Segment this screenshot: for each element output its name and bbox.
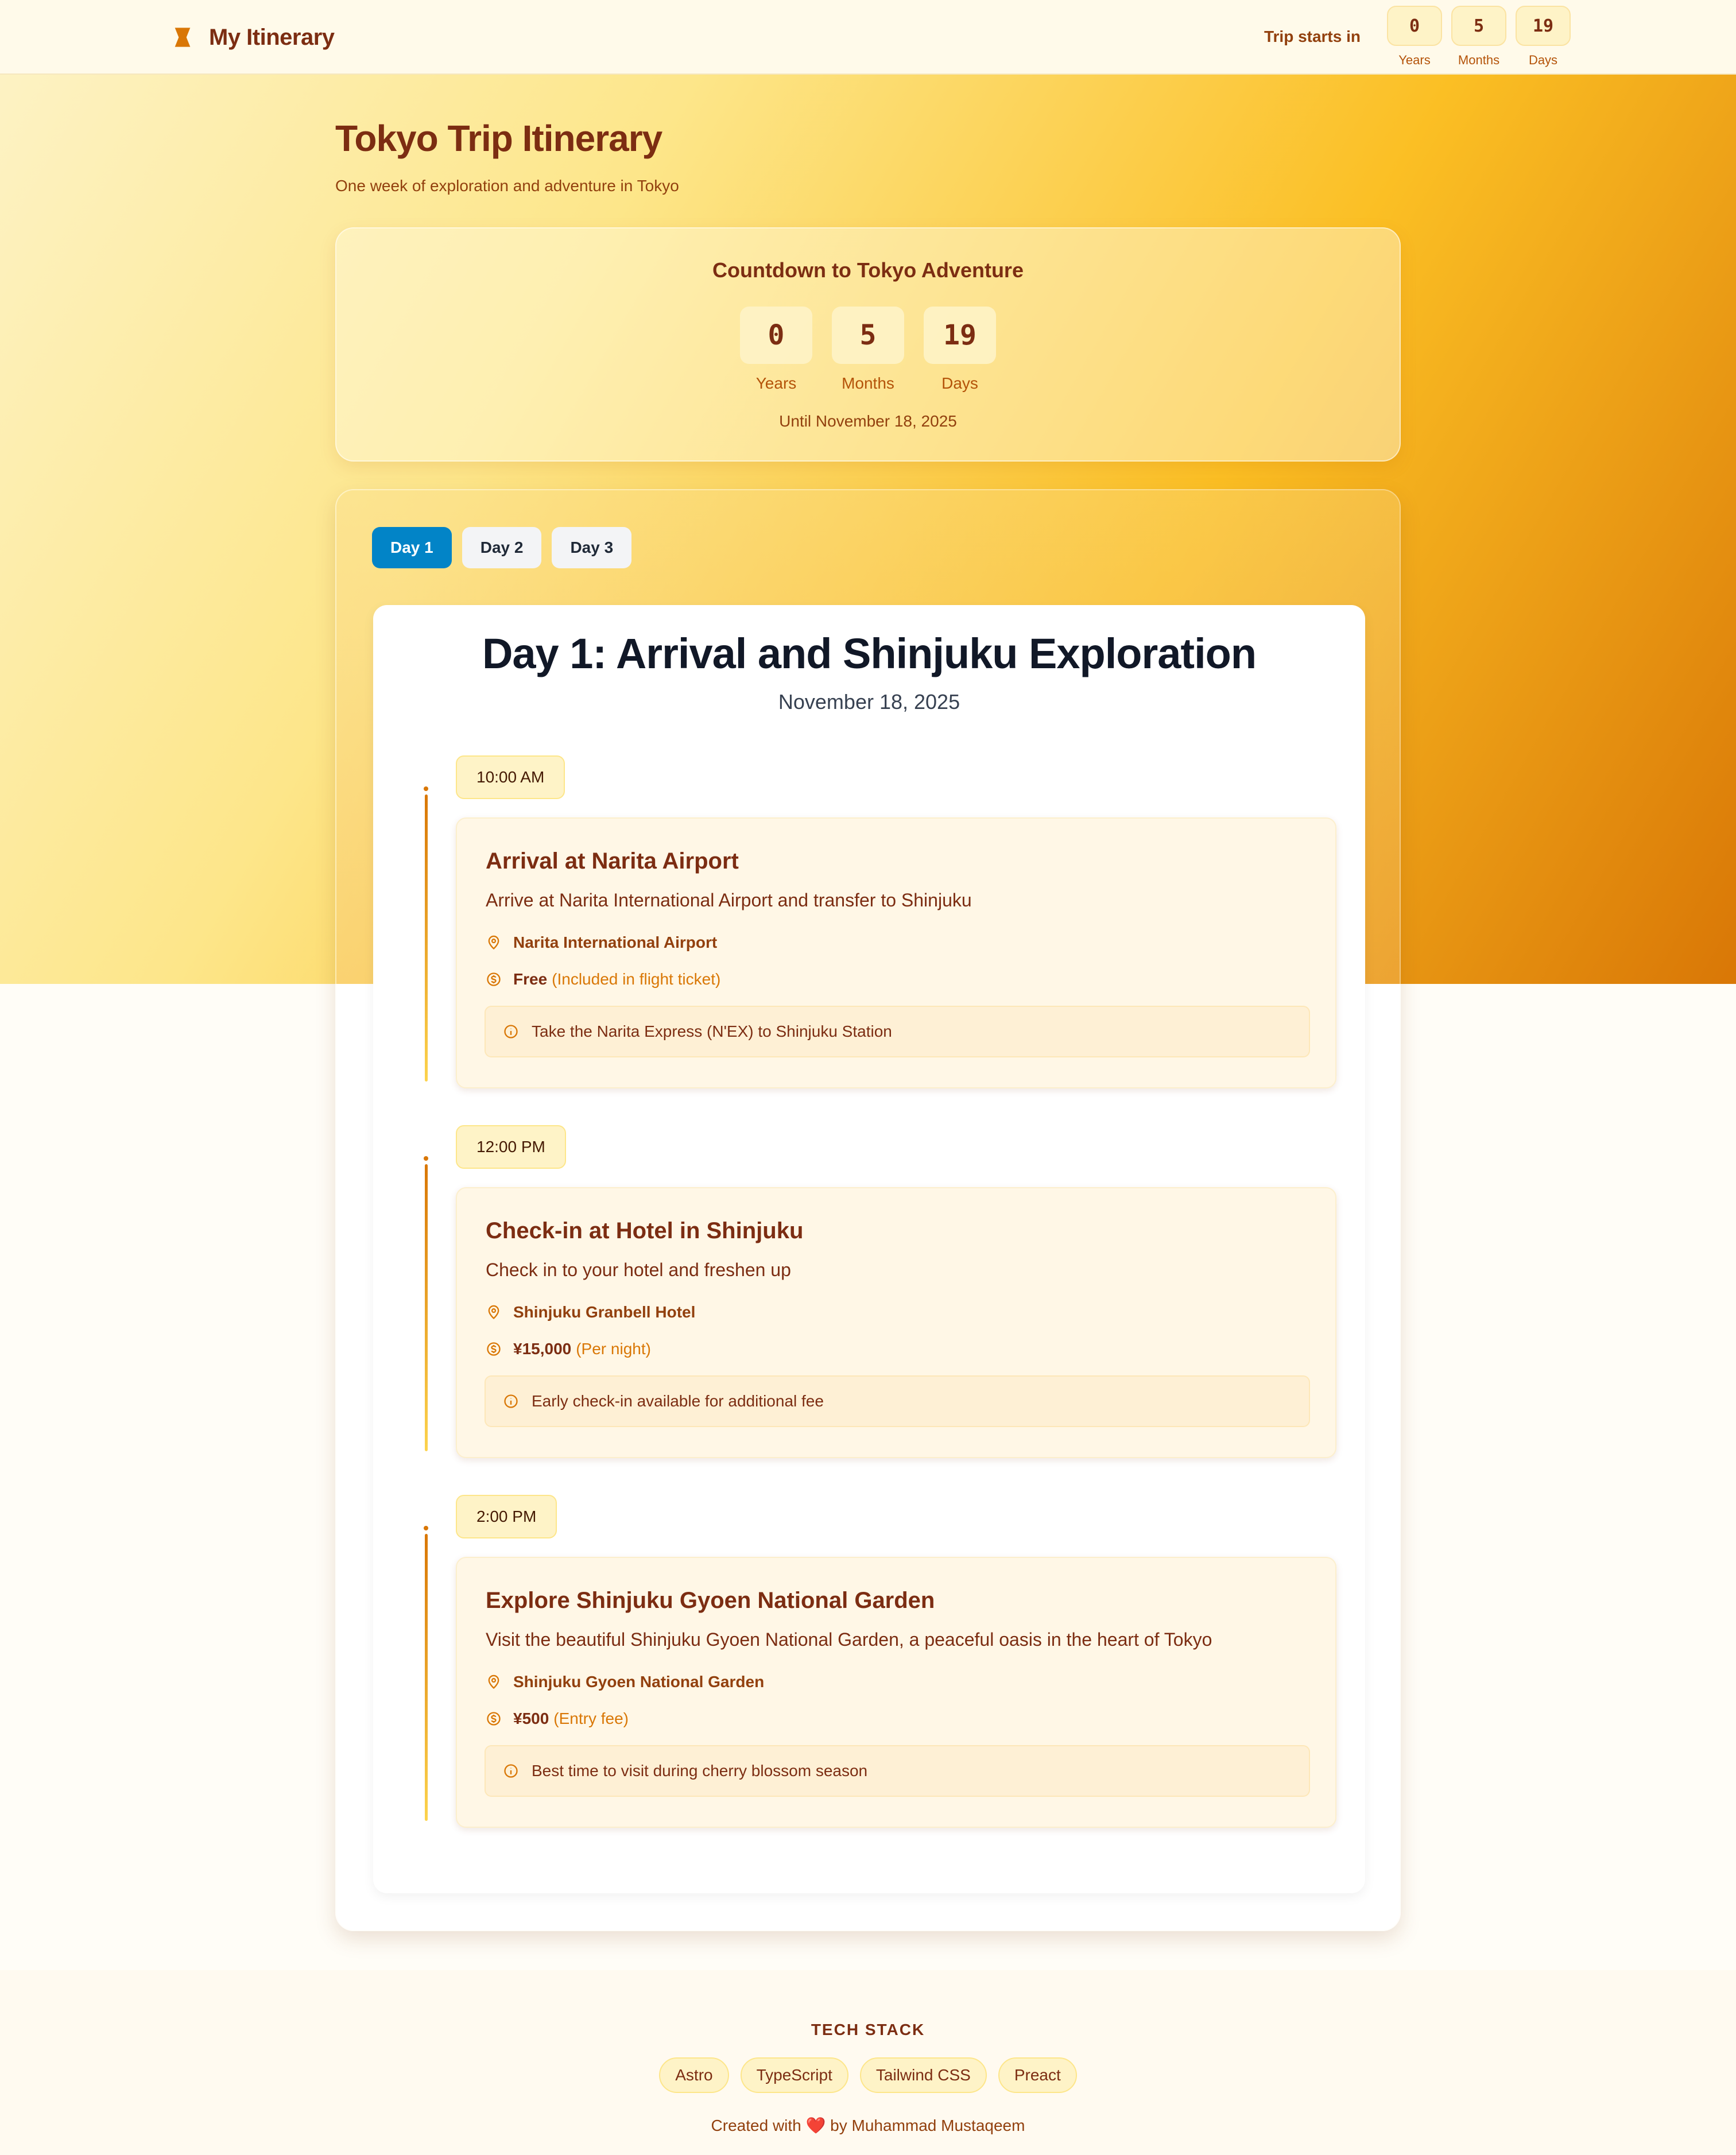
countdown-card: Countdown to Tokyo Adventure 0 Years 5 M… — [335, 227, 1401, 462]
countdown-unit-label: Days — [941, 374, 978, 392]
header-countdown-value: 0 — [1387, 6, 1442, 46]
timeline-item: 12:00 PM Check-in at Hotel in Shinjuku C… — [373, 1125, 1365, 1458]
day-tabs: Day 1 Day 2 Day 3 — [372, 527, 642, 568]
page-title: Tokyo Trip Itinerary — [335, 118, 662, 159]
timeline-item: 2:00 PM Explore Shinjuku Gyoen National … — [373, 1495, 1365, 1828]
activity-cost: ¥500 (Entry fee) — [486, 1707, 629, 1730]
activity-location-name: Narita International Airport — [513, 933, 718, 951]
activity-title: Explore Shinjuku Gyoen National Garden — [486, 1588, 935, 1613]
itinerary-panel: Day 1 Day 2 Day 3 Day 1: Arrival and Shi… — [335, 489, 1401, 1931]
dollar-circle-icon — [487, 972, 501, 986]
countdown-units: 0 Years 5 Months 19 Days — [336, 307, 1400, 393]
page-subtitle: One week of exploration and adventure in… — [335, 177, 679, 195]
activity-tip-text: Best time to visit during cherry blossom… — [532, 1762, 868, 1780]
dollar-circle-icon — [487, 1712, 501, 1726]
activity-card: Check-in at Hotel in Shinjuku Check in t… — [456, 1187, 1336, 1458]
map-pin-icon — [488, 935, 499, 950]
credit-author[interactable]: by Muhammad Mustaqeem — [830, 2117, 1025, 2134]
countdown-months: 5 Months — [832, 307, 904, 393]
activity-description: Check in to your hotel and freshen up — [486, 1259, 791, 1280]
activity-location: Shinjuku Granbell Hotel — [486, 1301, 695, 1324]
tech-chip: TypeScript — [740, 2057, 848, 2093]
brand-name: My Itinerary — [209, 24, 335, 50]
countdown-until: Until November 18, 2025 — [779, 412, 957, 430]
activity-cost-note: (Per night) — [576, 1340, 651, 1358]
activity-cost-value: ¥15,000 — [513, 1340, 572, 1358]
countdown-unit-label: Months — [842, 374, 894, 392]
header-countdown-value: 5 — [1451, 6, 1506, 46]
timeline-dot — [424, 1156, 428, 1161]
activity-description: Arrive at Narita International Airport a… — [486, 890, 972, 910]
activity-tip: Best time to visit during cherry blossom… — [485, 1745, 1310, 1797]
footer: TECH STACK Astro TypeScript Tailwind CSS… — [0, 1970, 1736, 2155]
timeline-line — [425, 1164, 428, 1451]
activity-cost-value: Free — [513, 970, 548, 988]
credit-prefix: Created with — [711, 2117, 801, 2134]
activity-cost-value: ¥500 — [513, 1710, 549, 1727]
activity-time: 12:00 PM — [456, 1125, 566, 1169]
map-pin-icon — [488, 1675, 499, 1689]
footer-title: TECH STACK — [811, 2021, 925, 2038]
activity-tip-text: Early check-in available for additional … — [532, 1392, 824, 1410]
footer-credit: Created with ❤️ by Muhammad Mustaqeem — [0, 2116, 1736, 2135]
timeline-line — [425, 1534, 428, 1821]
info-icon — [504, 1764, 518, 1778]
activity-cost: ¥15,000 (Per night) — [486, 1338, 651, 1361]
header-countdown-unit: Days — [1528, 53, 1558, 67]
tech-chip: Tailwind CSS — [859, 2057, 987, 2093]
activity-title: Arrival at Narita Airport — [486, 848, 739, 874]
activity-tip-text: Take the Narita Express (N'EX) to Shinju… — [532, 1022, 892, 1040]
activity-title: Check-in at Hotel in Shinjuku — [486, 1218, 804, 1243]
activity-cost-note: (Entry fee) — [553, 1710, 629, 1727]
timeline: 10:00 AM Arrival at Narita Airport Arriv… — [373, 605, 1365, 1893]
activity-description: Visit the beautiful Shinjuku Gyoen Natio… — [486, 1629, 1212, 1650]
heart-icon: ❤️ — [805, 2117, 826, 2134]
info-icon — [504, 1025, 518, 1038]
timeline-line — [425, 794, 428, 1082]
activity-location: Shinjuku Gyoen National Garden — [486, 1670, 764, 1693]
activity-time: 10:00 AM — [456, 755, 565, 799]
tech-chip: Preact — [998, 2057, 1077, 2093]
header-countdown-unit: Months — [1458, 53, 1500, 67]
activity-time: 2:00 PM — [456, 1495, 557, 1538]
activity-location: Narita International Airport — [486, 931, 717, 954]
info-icon — [504, 1394, 518, 1408]
header-countdown-months: 5 Months — [1451, 6, 1506, 68]
timeline-item: 10:00 AM Arrival at Narita Airport Arriv… — [373, 755, 1365, 1088]
activity-cost-note: (Included in flight ticket) — [552, 970, 721, 988]
countdown-value: 5 — [832, 307, 904, 364]
activity-location-name: Shinjuku Granbell Hotel — [513, 1303, 696, 1321]
countdown-value: 0 — [740, 307, 812, 364]
tab-day-2[interactable]: Day 2 — [462, 527, 542, 568]
tab-day-3[interactable]: Day 3 — [552, 527, 632, 568]
header-countdown-unit: Years — [1398, 53, 1431, 67]
top-header: My Itinerary Trip starts in 0 Years 5 Mo… — [0, 0, 1736, 75]
header-countdown: Trip starts in 0 Years 5 Months 19 Days — [1264, 6, 1571, 68]
hourglass-icon — [175, 28, 191, 47]
activity-cost: Free (Included in flight ticket) — [486, 968, 720, 991]
header-countdown-days: 19 Days — [1516, 6, 1571, 68]
header-countdown-label: Trip starts in — [1264, 28, 1361, 45]
brand[interactable]: My Itinerary — [171, 21, 335, 54]
activity-location-name: Shinjuku Gyoen National Garden — [513, 1673, 765, 1691]
header-countdown-value: 19 — [1516, 6, 1571, 46]
timeline-dot — [424, 786, 428, 791]
activity-card: Arrival at Narita Airport Arrive at Nari… — [456, 817, 1336, 1088]
dollar-circle-icon — [487, 1342, 501, 1356]
activity-card: Explore Shinjuku Gyoen National Garden V… — [456, 1557, 1336, 1828]
countdown-title: Countdown to Tokyo Adventure — [712, 258, 1024, 282]
header-countdown-years: 0 Years — [1387, 6, 1442, 68]
tab-day-1[interactable]: Day 1 — [372, 527, 452, 568]
tech-stack-chips: Astro TypeScript Tailwind CSS Preact — [0, 2057, 1736, 2093]
activity-tip: Early check-in available for additional … — [485, 1375, 1310, 1427]
countdown-days: 19 Days — [924, 307, 996, 393]
tech-chip: Astro — [659, 2057, 729, 2093]
timeline-dot — [424, 1526, 428, 1530]
day-card: Day 1: Arrival and Shinjuku Exploration … — [373, 605, 1365, 1893]
countdown-value: 19 — [924, 307, 996, 364]
countdown-years: 0 Years — [740, 307, 812, 393]
countdown-unit-label: Years — [755, 374, 797, 392]
activity-tip: Take the Narita Express (N'EX) to Shinju… — [485, 1006, 1310, 1057]
map-pin-icon — [488, 1305, 499, 1320]
